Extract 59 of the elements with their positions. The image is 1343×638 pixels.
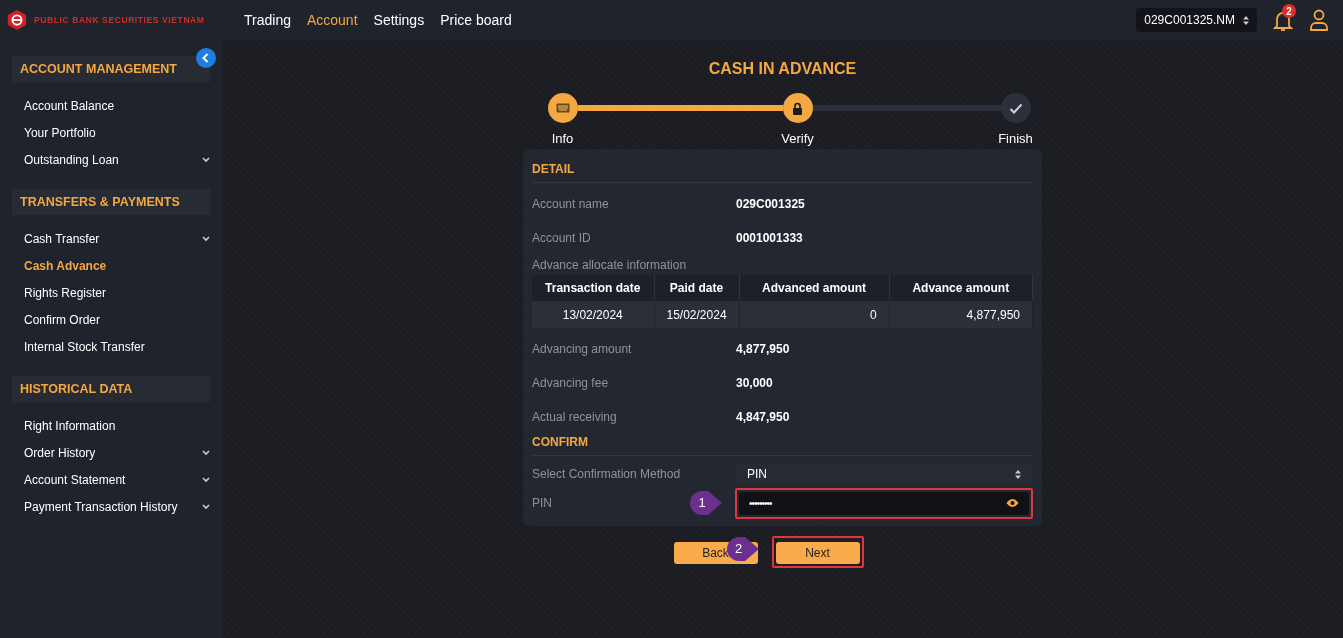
field-label: Select Confirmation Method	[532, 466, 682, 483]
collapse-button[interactable]	[196, 48, 216, 68]
section-title: DETAIL	[532, 161, 1033, 183]
page-title: CASH IN ADVANCE	[708, 59, 857, 79]
field-value: 0001001333	[736, 230, 803, 247]
column-header: Advanced amount	[739, 275, 890, 301]
field-label: Advancing fee	[532, 375, 610, 392]
method-select[interactable]: PIN	[735, 463, 1033, 485]
column-header: Advance amount	[889, 275, 1033, 301]
field-value: 4,847,950	[736, 409, 790, 426]
logo-icon	[6, 9, 28, 31]
nav-link[interactable]: Trading	[244, 9, 291, 31]
next-button[interactable]: Next	[775, 542, 860, 564]
sidebar-item[interactable]: Cash Transfer	[0, 225, 222, 252]
sidebar-item[interactable]: Right Information	[0, 412, 222, 439]
section-header: TRANSFERS & PAYMENTS	[12, 189, 210, 215]
table-cell: 13/02/2024	[532, 301, 654, 328]
account-select[interactable]: 029C001325.NM	[1136, 8, 1257, 32]
field-label: Actual receiving	[532, 409, 618, 426]
notification-badge: 2	[1282, 4, 1296, 18]
field-label: Account ID	[532, 230, 592, 247]
sidebar-item[interactable]: Payment Transaction History	[0, 493, 222, 520]
nav-link[interactable]: Price board	[440, 9, 512, 31]
section-title: CONFIRM	[532, 434, 1033, 456]
sidebar-item[interactable]: Internal Stock Transfer	[0, 333, 222, 360]
brand-name: PUBLIC BANK SECURITIES VIETNAM	[34, 13, 206, 27]
sidebar-item[interactable]: Outstanding Loan	[0, 146, 222, 173]
user-icon[interactable]	[1309, 9, 1329, 31]
table-caption: Advance allocate information	[532, 257, 688, 274]
field-label: Account name	[532, 196, 610, 213]
sidebar-item[interactable]: Cash Advance	[0, 252, 222, 279]
pin-field[interactable]: •••••••••	[739, 491, 1029, 515]
sort-caret-icon	[1015, 469, 1021, 479]
section-header: ACCOUNT MANAGEMENT	[12, 56, 210, 82]
step-label: Finish	[997, 130, 1034, 148]
sidebar-item[interactable]: Rights Register	[0, 279, 222, 306]
sidebar-item[interactable]: Confirm Order	[0, 306, 222, 333]
column-header: Transaction date	[532, 275, 654, 301]
table-cell: 4,877,950	[889, 301, 1033, 328]
section-header: HISTORICAL DATA	[12, 376, 210, 402]
step-label: Info	[550, 130, 575, 148]
eye-icon[interactable]	[1006, 498, 1019, 508]
field-value: 029C001325	[736, 196, 805, 213]
field-label: Advancing amount	[532, 341, 633, 358]
nav-link[interactable]: Account	[306, 9, 358, 31]
step-label: Verify	[780, 130, 815, 148]
sidebar-item[interactable]: Order History	[0, 439, 222, 466]
table-cell: 15/02/2024	[654, 301, 740, 328]
column-header: Paid date	[654, 275, 740, 301]
sidebar-item[interactable]: Account Balance	[0, 92, 222, 119]
sidebar-item[interactable]: Account Statement	[0, 466, 222, 493]
field-value: 30,000	[736, 375, 773, 392]
annotation-marker: 1	[690, 491, 720, 515]
sort-caret-icon	[1243, 15, 1249, 25]
field-value: 4,877,950	[736, 341, 790, 358]
sidebar-item[interactable]: Your Portfolio	[0, 119, 222, 146]
field-label: PIN	[532, 496, 552, 510]
nav-link[interactable]: Settings	[373, 9, 425, 31]
table-cell: 0	[739, 301, 890, 328]
